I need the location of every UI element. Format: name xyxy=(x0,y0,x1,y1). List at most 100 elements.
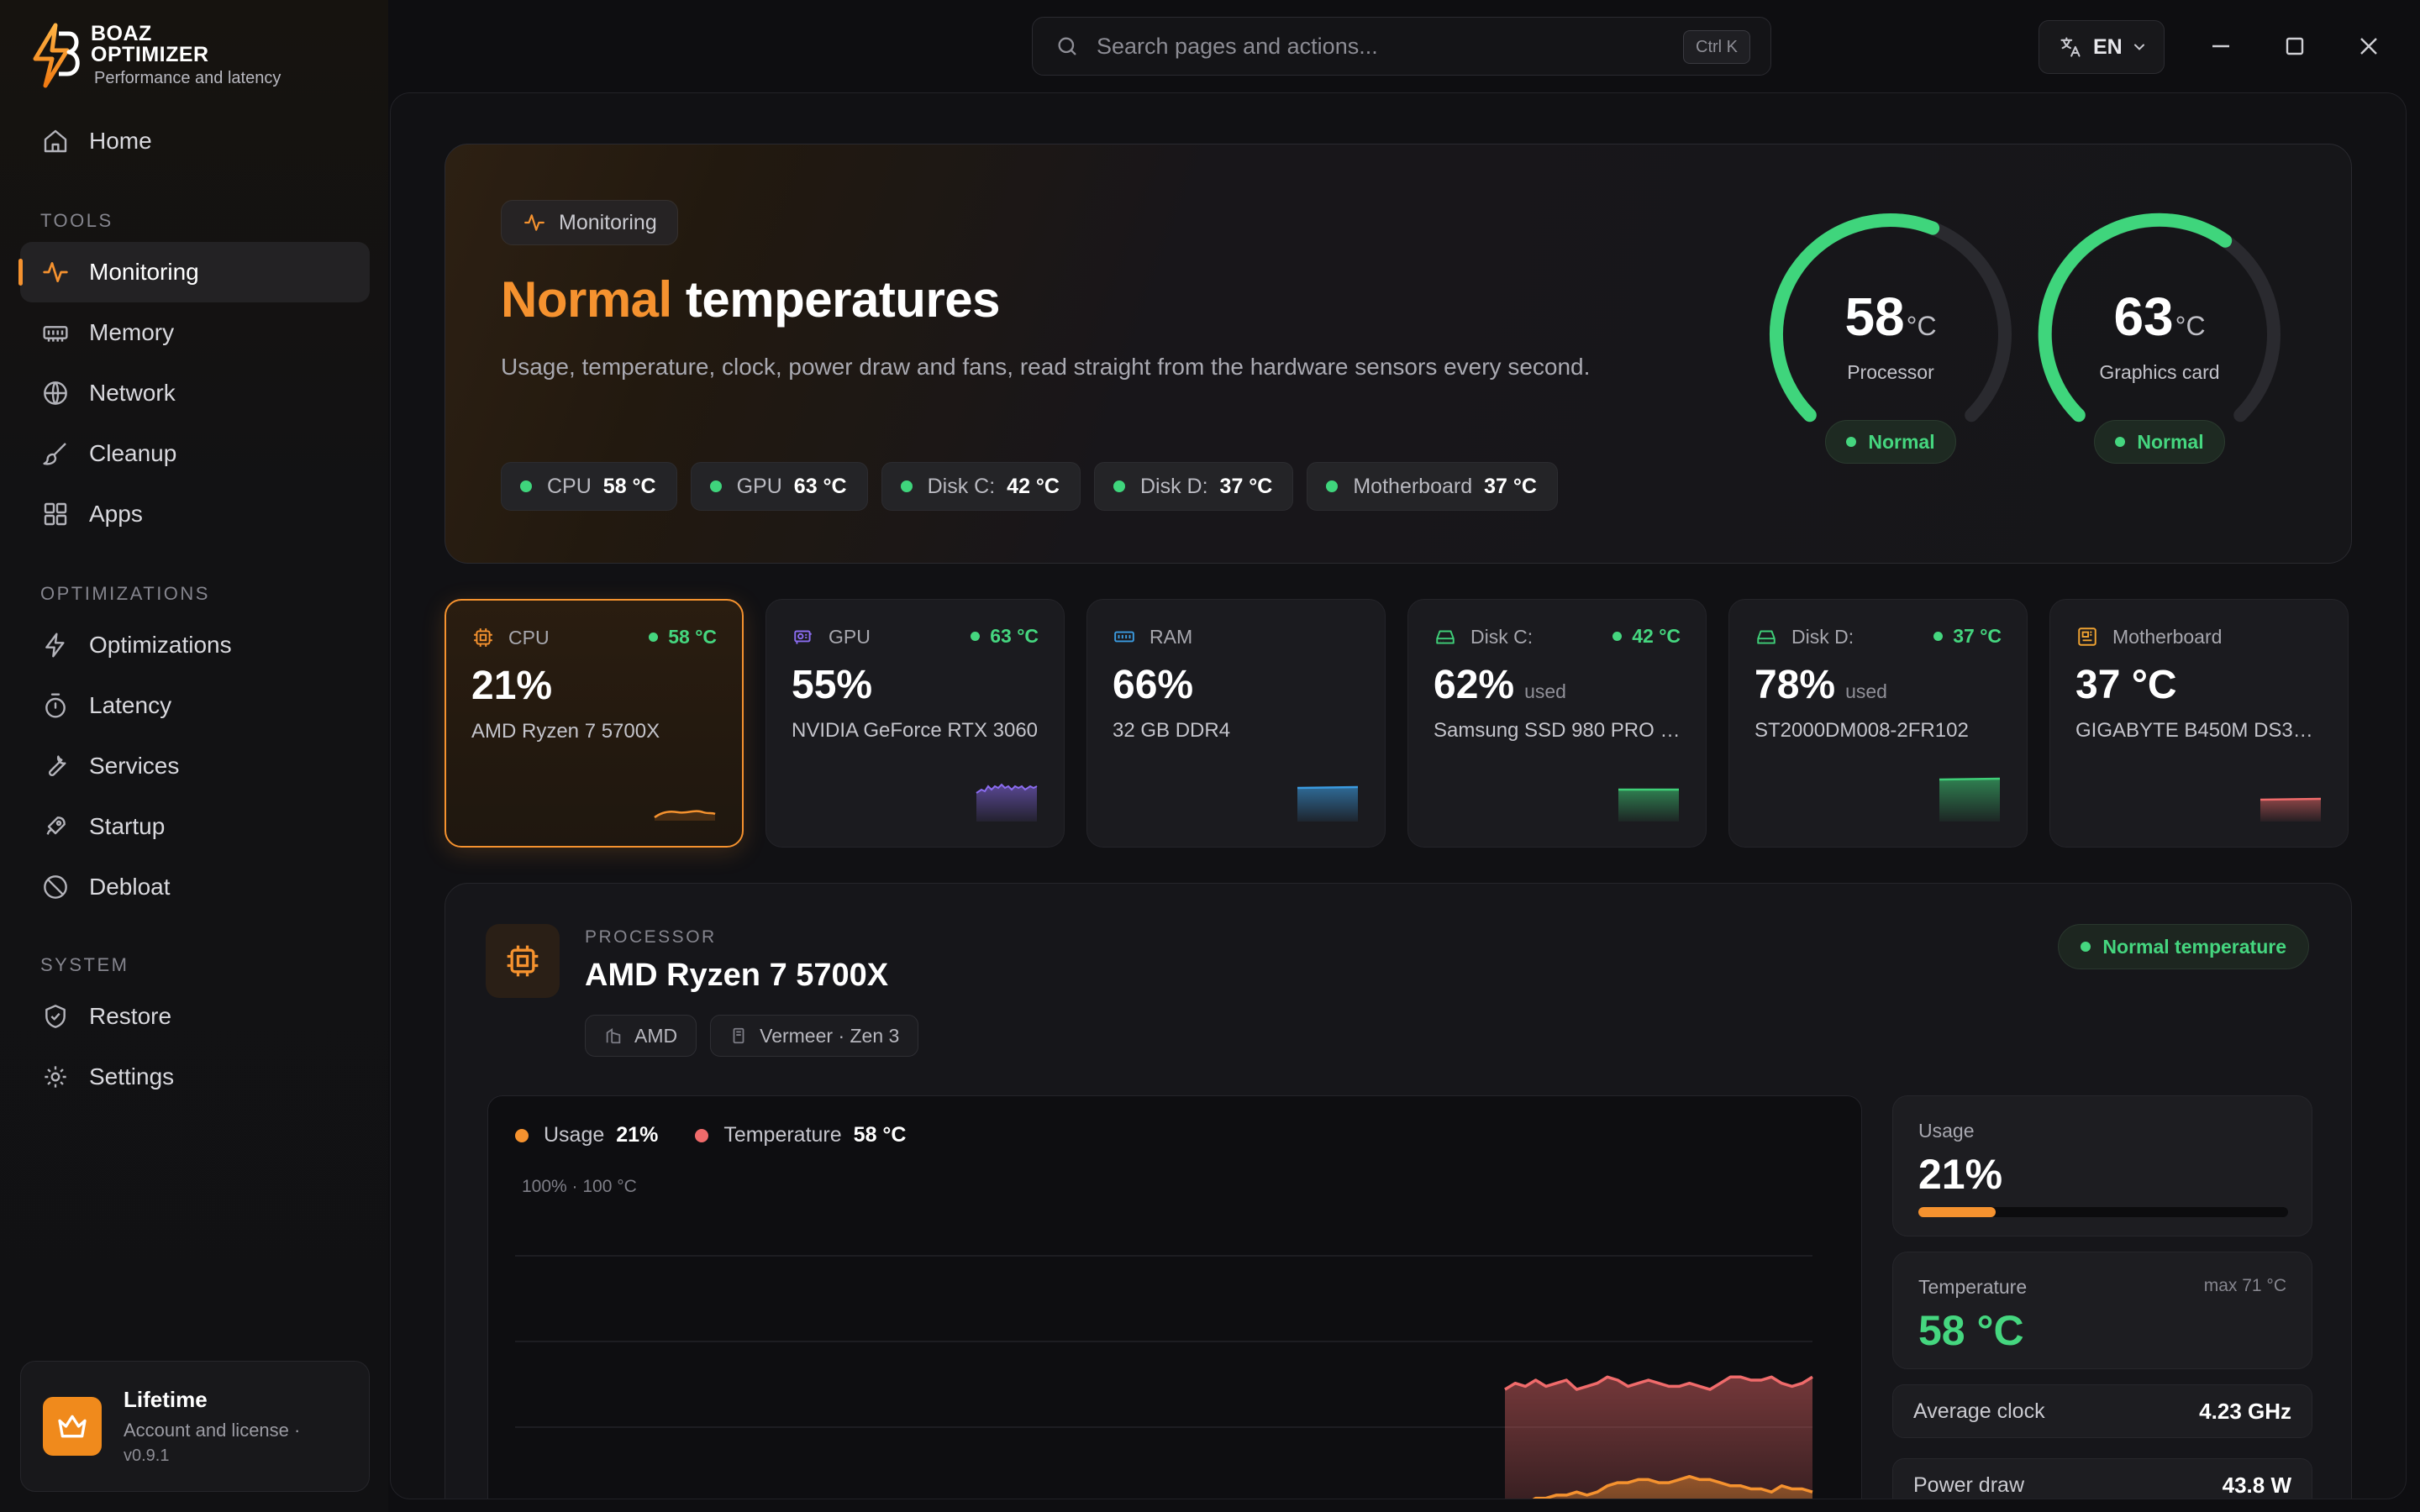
language-select[interactable]: EN xyxy=(2039,20,2165,74)
search-icon xyxy=(1053,32,1081,60)
nav-memory[interactable]: Memory xyxy=(20,302,370,363)
card-label: CPU xyxy=(508,626,550,648)
card-cpu[interactable]: CPU 58 °C 21% AMD Ryzen 7 5700X xyxy=(445,599,744,848)
maximize-button[interactable] xyxy=(2275,27,2314,66)
search-input[interactable] xyxy=(1097,33,1668,60)
history-chart: Usage 21% Temperature 58 °C 100% · 100 °C xyxy=(487,1095,1862,1499)
section-optimizations-label: OPTIMIZATIONS xyxy=(40,583,210,604)
nav-home-label: Home xyxy=(89,128,152,154)
power-stat-value: 43.8 W xyxy=(2222,1472,2291,1498)
card-temp-value: 58 °C xyxy=(668,626,717,648)
card-gpu[interactable]: GPU 63 °C 55% NVIDIA GeForce RTX 3060 xyxy=(765,599,1065,848)
hero-card: Monitoring Normal temperatures Usage, te… xyxy=(445,144,2352,564)
account-card[interactable]: Lifetime Account and license · v0.9.1 xyxy=(20,1361,370,1492)
status-badge: Normal xyxy=(2094,420,2225,464)
temp-pill-disk-d: Disk D: 37 °C xyxy=(1093,462,1294,511)
gauge-unit: °C xyxy=(2175,311,2206,341)
temp-pill-label: Motherboard xyxy=(1353,474,1473,498)
power-stat-label: Power draw xyxy=(1913,1473,2024,1497)
card-device: Samsung SSD 980 PRO 1... xyxy=(1434,719,1686,742)
card-value: 55% xyxy=(792,662,872,708)
legend-swatch-usage xyxy=(515,1128,529,1142)
nav-network[interactable]: Network xyxy=(20,363,370,423)
sparkline xyxy=(1297,785,1359,822)
status-badge-label: Normal xyxy=(1868,430,1935,453)
status-badge-label: Normal temperature xyxy=(2102,935,2286,958)
temp-pill-value: 37 °C xyxy=(1219,474,1273,498)
nav-optimizations[interactable]: Optimizations xyxy=(20,615,370,675)
nav-settings[interactable]: Settings xyxy=(20,1047,370,1107)
nav-latency[interactable]: Latency xyxy=(20,675,370,736)
card-ram[interactable]: RAM 66% 32 GB DDR4 xyxy=(1086,599,1386,848)
gpu-icon xyxy=(792,625,815,648)
processor-section: PROCESSOR AMD Ryzen 7 5700X AMD Vermeer … xyxy=(445,883,2352,1499)
power-stat: Power draw 43.8 W xyxy=(1892,1458,2312,1499)
nav-apps[interactable]: Apps xyxy=(20,484,370,544)
wrench-icon xyxy=(40,751,71,781)
nav-startup[interactable]: Startup xyxy=(20,796,370,857)
card-label: Motherboard xyxy=(2112,625,2223,648)
nav-debloat[interactable]: Debloat xyxy=(20,857,370,917)
nav-debloat-label: Debloat xyxy=(89,874,171,900)
gauge-value: 63°C xyxy=(2025,286,2294,348)
brand-name-line2: OPTIMIZER xyxy=(91,43,209,66)
hero-title: Normal temperatures xyxy=(501,270,1001,328)
legend-value: 58 °C xyxy=(853,1123,907,1147)
chip-icon xyxy=(729,1026,748,1045)
minimize-button[interactable] xyxy=(2202,27,2240,66)
nav-services[interactable]: Services xyxy=(20,736,370,796)
card-value-number: 62% xyxy=(1434,663,1515,707)
hero-description: Usage, temperature, clock, power draw an… xyxy=(501,354,1591,380)
memory-icon xyxy=(1113,625,1136,648)
chevron-down-icon xyxy=(2131,34,2148,60)
building-icon xyxy=(604,1026,623,1045)
card-value-number: 37 °C xyxy=(2075,663,2177,707)
timer-icon xyxy=(40,690,71,721)
search-bar[interactable]: Ctrl K xyxy=(1032,17,1771,76)
bolt-icon xyxy=(40,630,71,660)
account-subtitle: Account and license · xyxy=(124,1420,301,1441)
tag-label: Vermeer · Zen 3 xyxy=(760,1024,900,1047)
nav-apps-label: Apps xyxy=(89,501,143,527)
nav-network-label: Network xyxy=(89,380,176,406)
hero-title-accent: Normal xyxy=(501,271,672,328)
card-value-number: 66% xyxy=(1113,663,1194,707)
nav-cleanup[interactable]: Cleanup xyxy=(20,423,370,484)
tag-architecture: Vermeer · Zen 3 xyxy=(710,1015,919,1057)
nav-monitoring[interactable]: Monitoring xyxy=(18,242,370,302)
hero-title-rest: temperatures xyxy=(685,271,1001,328)
graphics-gauge: 63°C Graphics card Normal xyxy=(2025,208,2294,486)
temperature-summary: CPU 58 °C GPU 63 °C Disk C: 42 °C Disk D: 37… xyxy=(501,462,1558,511)
card-temp: 37 °C xyxy=(1933,625,2002,648)
memory-icon xyxy=(40,318,71,348)
gear-icon xyxy=(40,1062,71,1092)
card-label: Disk C: xyxy=(1470,625,1534,648)
temp-pill-motherboard: Motherboard 37 °C xyxy=(1307,462,1558,511)
brand: BOAZ OPTIMIZER Performance and latency xyxy=(30,22,281,89)
chart-scale-label: 100% · 100 °C xyxy=(522,1177,637,1196)
card-motherboard[interactable]: Motherboard 37 °C GIGABYTE B450M DS3H ..… xyxy=(2049,599,2349,848)
close-button[interactable] xyxy=(2349,27,2388,66)
card-disk-c[interactable]: Disk C: 42 °C 62% used Samsung SSD 980 PR… xyxy=(1407,599,1707,848)
nav-restore[interactable]: Restore xyxy=(20,986,370,1047)
section-tools-label: TOOLS xyxy=(40,210,113,231)
card-device: 32 GB DDR4 xyxy=(1113,719,1231,742)
status-badge: Normal xyxy=(1825,420,1956,464)
card-device: AMD Ryzen 7 5700X xyxy=(471,720,660,743)
nav-home[interactable]: Home xyxy=(20,111,370,171)
card-disk-d[interactable]: Disk D: 37 °C 78% used ST2000DM008-2FR102 xyxy=(1728,599,2028,848)
history-chart-svg xyxy=(515,1255,1813,1499)
app-version: v0.9.1 xyxy=(124,1446,170,1465)
gauge-number: 58 xyxy=(1844,286,1905,347)
content-panel: Monitoring Normal temperatures Usage, te… xyxy=(390,92,2407,1499)
nav-latency-label: Latency xyxy=(89,692,172,718)
ban-icon xyxy=(40,872,71,902)
temp-pill-label: Disk D: xyxy=(1139,474,1208,498)
nav-monitoring-label: Monitoring xyxy=(89,259,199,285)
status-badge-label: Normal xyxy=(2137,430,2204,453)
temp-pill-cpu: CPU 58 °C xyxy=(501,462,677,511)
legend-label: Temperature xyxy=(723,1123,842,1147)
temp-pill-disk-c: Disk C: 42 °C xyxy=(881,462,1081,511)
gauge-number: 63 xyxy=(2113,286,2174,347)
language-value: EN xyxy=(2093,34,2123,59)
